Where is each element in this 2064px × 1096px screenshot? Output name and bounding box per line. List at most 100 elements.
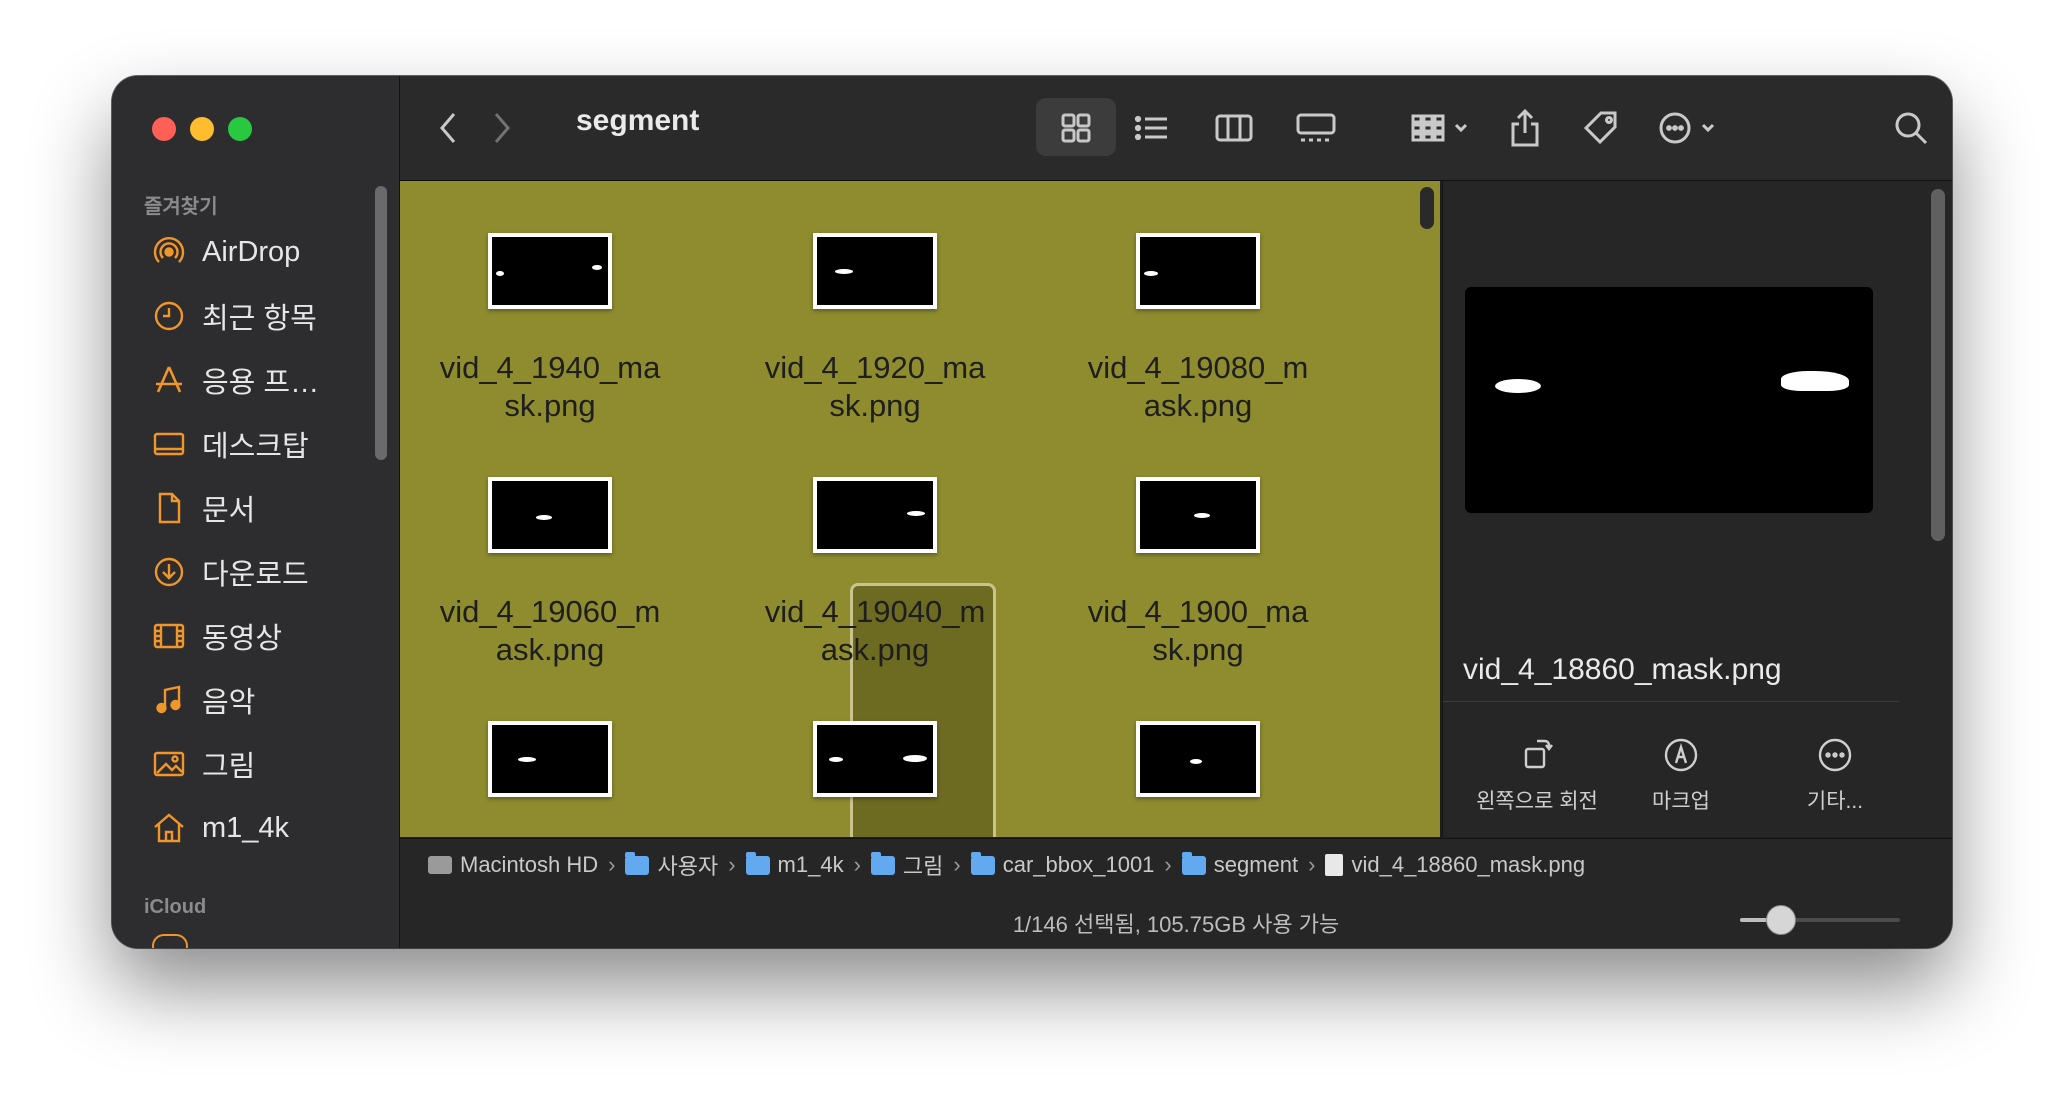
- minimize-button[interactable]: [190, 117, 214, 141]
- sidebar-item-downloads[interactable]: 다운로드: [152, 548, 309, 596]
- sidebar-item-label: 음악: [202, 687, 256, 719]
- markup-button[interactable]: 마크업: [1611, 737, 1751, 815]
- path-label: segment: [1213, 852, 1299, 877]
- sidebar: 즐겨찾기 AirDrop 최근 항목 응용 프… 데스크탑 문서 다운로드 동영…: [112, 76, 400, 948]
- sidebar-item-label: m1_4k: [202, 811, 290, 844]
- close-button[interactable]: [152, 117, 176, 141]
- path-label: 그림: [902, 854, 944, 879]
- chevron-right-icon: ›: [608, 852, 616, 877]
- sidebar-item-pictures[interactable]: 그림: [152, 740, 255, 788]
- group-by-button[interactable]: [1406, 100, 1476, 156]
- sidebar-item-label: 그림: [202, 751, 256, 783]
- action-label: 기타...: [1806, 790, 1864, 813]
- more-button[interactable]: 기타...: [1765, 737, 1905, 815]
- status-text: 1/146 선택됨, 105.75GB 사용 가능: [1012, 912, 1340, 937]
- sidebar-scrollbar[interactable]: [375, 186, 387, 460]
- rotate-left-button[interactable]: 왼쪽으로 회전: [1467, 737, 1607, 815]
- file-item[interactable]: vid_4_19080_mask.png: [1078, 233, 1318, 425]
- file-item-selected[interactable]: [755, 721, 995, 837]
- rotate-left-icon: [1524, 739, 1553, 769]
- path-item-file[interactable]: vid_4_18860_mask.png: [1325, 852, 1585, 878]
- window-title: segment: [576, 104, 700, 137]
- file-thumbnail: [1136, 233, 1260, 309]
- file-item[interactable]: [430, 721, 670, 837]
- list-view-icon[interactable]: [1122, 100, 1182, 156]
- forward-button[interactable]: [482, 100, 522, 156]
- sidebar-item-label: 데스크탑: [202, 431, 309, 463]
- search-icon[interactable]: [1886, 100, 1936, 156]
- file-thumbnail: [813, 721, 937, 797]
- tag-icon[interactable]: [1576, 100, 1626, 156]
- disk-icon: [428, 856, 452, 874]
- file-item[interactable]: vid_4_1940_mask.png: [430, 233, 670, 425]
- file-grid[interactable]: vid_4_1940_mask.png vid_4_1920_mask.png …: [400, 181, 1440, 837]
- icon-size-slider[interactable]: [1740, 905, 1900, 935]
- sidebar-item-applications[interactable]: 응용 프…: [152, 356, 319, 404]
- icloud-drive-icon: [152, 934, 188, 948]
- sidebar-item-airdrop[interactable]: AirDrop: [152, 228, 300, 276]
- back-button[interactable]: [428, 100, 468, 156]
- file-item[interactable]: [1078, 721, 1318, 837]
- home-icon: [152, 811, 186, 845]
- file-thumbnail: [1136, 721, 1260, 797]
- grid-scrollbar[interactable]: [1420, 187, 1434, 229]
- sidebar-item-desktop[interactable]: 데스크탑: [152, 420, 309, 468]
- file-thumbnail: [813, 233, 937, 309]
- preview-pane: vid_4_18860_mask.png 왼쪽으로 회전 마크업 기타...: [1442, 181, 1952, 837]
- sidebar-item-label: 최근 항목: [202, 303, 317, 335]
- status-bar: 1/146 선택됨, 105.75GB 사용 가능: [400, 891, 1952, 948]
- markup-icon: [1664, 738, 1698, 772]
- music-icon: [152, 683, 186, 717]
- folder-icon: [970, 851, 995, 875]
- sidebar-item-recents[interactable]: 최근 항목: [152, 292, 317, 340]
- sidebar-item-movies[interactable]: 동영상: [152, 612, 282, 660]
- sidebar-item-label: AirDrop: [202, 235, 301, 268]
- path-item-segment[interactable]: segment: [1181, 851, 1299, 878]
- folder-icon: [870, 851, 895, 875]
- path-item-home[interactable]: m1_4k: [745, 851, 844, 878]
- chevron-right-icon: [494, 113, 510, 143]
- file-item[interactable]: vid_4_19060_mask.png: [430, 477, 670, 669]
- path-item-car-bbox[interactable]: car_bbox_1001: [970, 851, 1154, 878]
- chevron-right-icon: ›: [1308, 852, 1316, 877]
- more-icon: [1818, 738, 1852, 772]
- file-thumbnail: [1136, 477, 1260, 553]
- path-item-users[interactable]: 사용자: [625, 849, 718, 881]
- path-label: Macintosh HD: [460, 852, 599, 877]
- preview-scrollbar[interactable]: [1931, 189, 1945, 541]
- more-actions-button[interactable]: [1652, 100, 1726, 156]
- file-name: vid_4_1900_mask.png: [1087, 594, 1309, 667]
- file-item[interactable]: vid_4_1920_mask.png: [755, 233, 995, 425]
- slider-knob[interactable]: [1766, 905, 1796, 935]
- file-name: vid_4_1940_mask.png: [439, 350, 661, 423]
- sidebar-item-music[interactable]: 음악: [152, 676, 255, 724]
- path-item-macintosh-hd[interactable]: Macintosh HD: [428, 852, 598, 878]
- file-icon: [1325, 854, 1344, 876]
- path-label: vid_4_18860_mask.png: [1351, 852, 1586, 877]
- chevron-left-icon: [440, 113, 456, 143]
- download-icon: [152, 555, 186, 589]
- airdrop-icon: [152, 235, 186, 269]
- chevron-right-icon: ›: [1164, 852, 1172, 877]
- path-label: 사용자: [657, 854, 719, 879]
- path-item-pictures[interactable]: 그림: [870, 849, 944, 881]
- file-item[interactable]: vid_4_1900_mask.png: [1078, 477, 1318, 669]
- sidebar-item-label: 동영상: [202, 623, 283, 655]
- column-view-icon[interactable]: [1204, 100, 1264, 156]
- sidebar-item-home[interactable]: m1_4k: [152, 804, 289, 852]
- grid-view-icon[interactable]: [1036, 100, 1116, 156]
- file-item[interactable]: vid_4_19040_mask.png: [755, 477, 995, 669]
- preview-divider: [1443, 701, 1899, 702]
- desktop-icon: [152, 427, 186, 461]
- finder-window: 즐겨찾기 AirDrop 최근 항목 응용 프… 데스크탑 문서 다운로드 동영…: [112, 76, 1952, 948]
- sidebar-item-documents[interactable]: 문서: [152, 484, 255, 532]
- zoom-button[interactable]: [228, 117, 252, 141]
- gallery-view-icon[interactable]: [1286, 100, 1346, 156]
- file-thumbnail: [813, 477, 937, 553]
- action-label: 왼쪽으로 회전: [1476, 790, 1598, 813]
- picture-icon: [152, 747, 186, 781]
- file-name: vid_4_19040_mask.png: [764, 594, 986, 667]
- chevron-right-icon: ›: [853, 852, 861, 877]
- chevron-right-icon: ›: [953, 852, 961, 877]
- share-icon[interactable]: [1500, 100, 1550, 156]
